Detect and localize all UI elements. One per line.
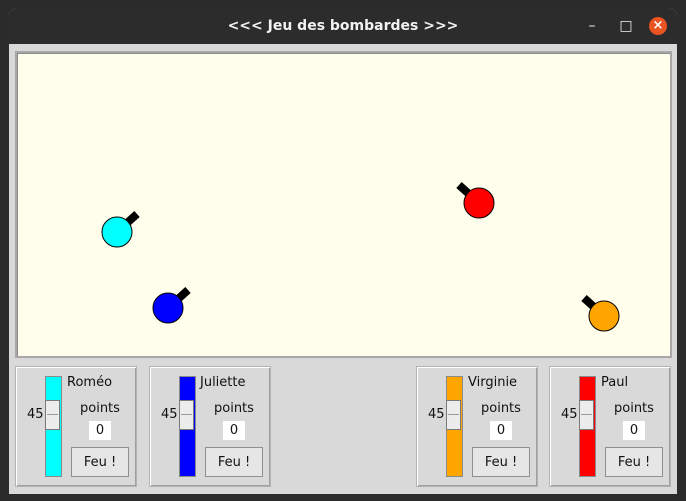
slider-handle[interactable] xyxy=(446,400,461,430)
maximize-button[interactable]: □ xyxy=(617,17,635,35)
battlefield xyxy=(101,182,620,332)
cannon-romeo xyxy=(101,211,140,248)
minimize-button[interactable]: – xyxy=(583,17,601,35)
game-canvas[interactable] xyxy=(15,51,672,358)
slider-handle[interactable] xyxy=(579,400,594,430)
fire-button-juliette[interactable]: Feu ! xyxy=(205,447,263,477)
angle-value: 45 xyxy=(561,407,578,422)
angle-value: 45 xyxy=(428,407,445,422)
title-bar: <<< Jeu des bombardes >>> – □ × xyxy=(9,8,677,44)
slider-handle[interactable] xyxy=(179,400,194,430)
angle-value: 45 xyxy=(161,407,178,422)
player-name: Paul xyxy=(601,375,629,390)
slider-handle[interactable] xyxy=(45,400,60,430)
score-value: 0 xyxy=(490,421,512,440)
cannon-juliette xyxy=(152,287,191,324)
window-title: <<< Jeu des bombardes >>> xyxy=(227,18,459,34)
player-name: Juliette xyxy=(200,375,246,390)
cannon-paul xyxy=(456,182,495,219)
player-panel-romeo: 45 Roméo points 0 Feu ! xyxy=(15,366,137,487)
cannon-virginie xyxy=(581,295,620,332)
fire-button-virginie[interactable]: Feu ! xyxy=(472,447,530,477)
score-value: 0 xyxy=(623,421,645,440)
points-label: points xyxy=(614,401,654,416)
fire-button-romeo[interactable]: Feu ! xyxy=(71,447,129,477)
app-window: <<< Jeu des bombardes >>> – □ × 45 Roméo… xyxy=(9,8,677,494)
close-button[interactable]: × xyxy=(649,17,667,35)
points-label: points xyxy=(214,401,254,416)
player-panel-paul: 45 Paul points 0 Feu ! xyxy=(549,366,671,487)
player-name: Virginie xyxy=(468,375,518,390)
points-label: points xyxy=(481,401,521,416)
points-label: points xyxy=(80,401,120,416)
player-panel-virginie: 45 Virginie points 0 Feu ! xyxy=(416,366,538,487)
score-value: 0 xyxy=(89,421,111,440)
player-name: Roméo xyxy=(67,375,113,390)
fire-button-paul[interactable]: Feu ! xyxy=(605,447,663,477)
player-panel-juliette: 45 Juliette points 0 Feu ! xyxy=(149,366,271,487)
angle-value: 45 xyxy=(27,407,44,422)
score-value: 0 xyxy=(223,421,245,440)
